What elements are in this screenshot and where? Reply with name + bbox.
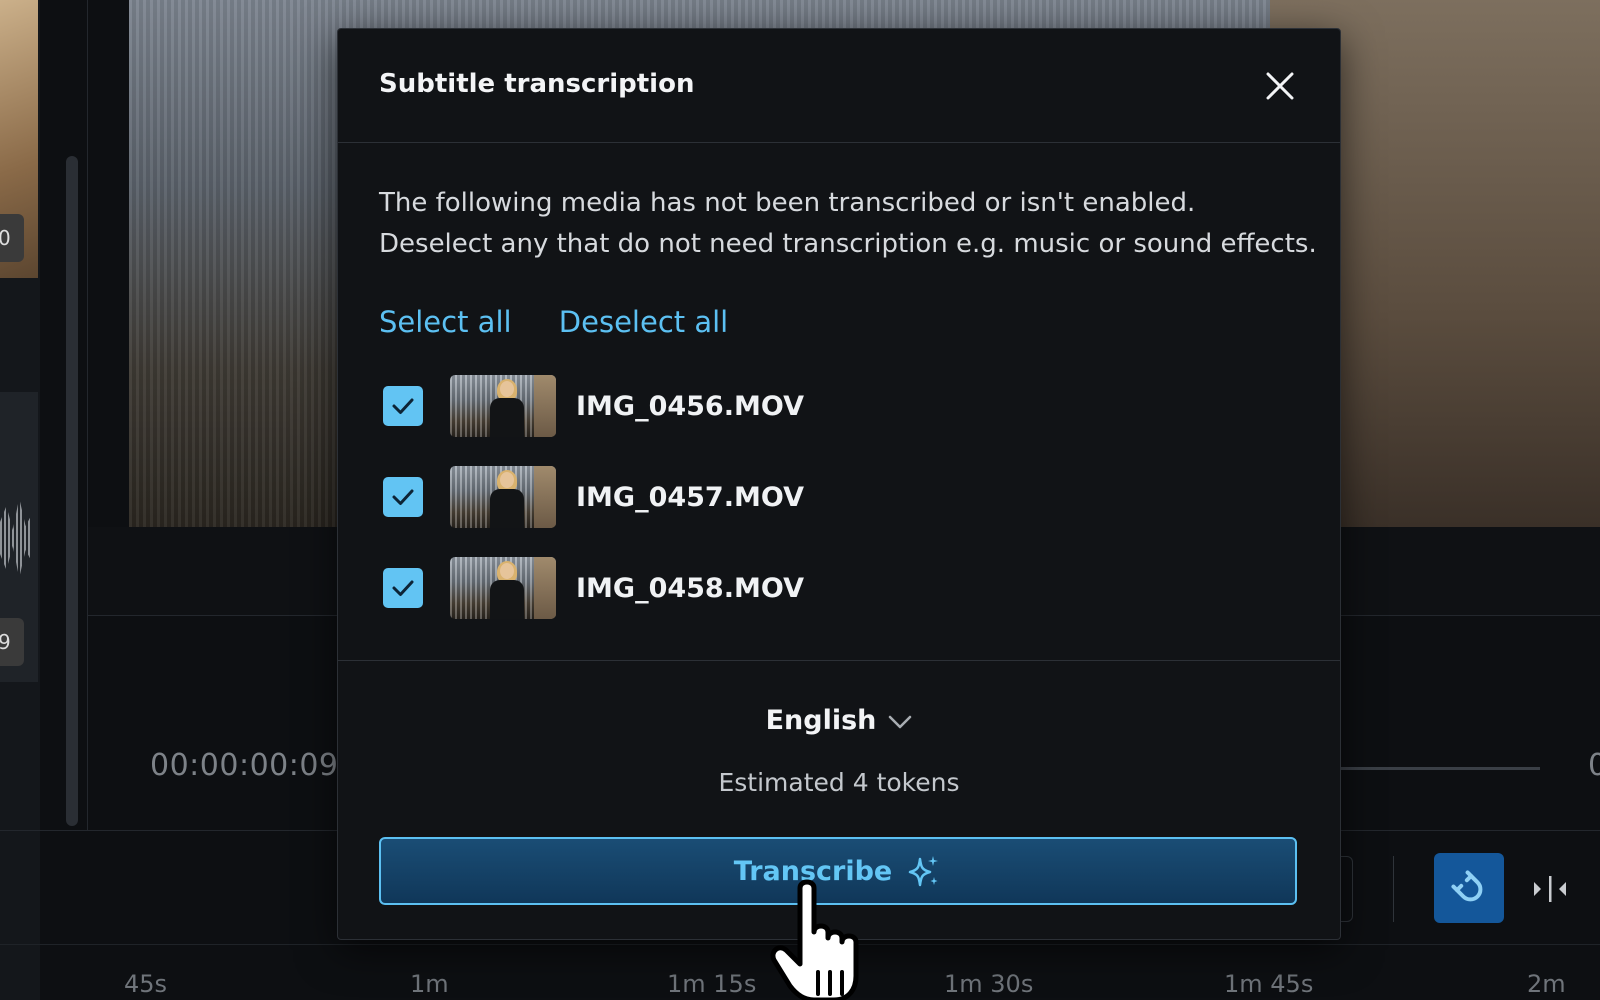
audio-clip-badge: 9 xyxy=(0,618,24,666)
scrub-track[interactable] xyxy=(1330,767,1540,770)
dialog-description: The following media has not been transcr… xyxy=(379,183,1329,265)
media-checkbox[interactable] xyxy=(383,386,423,426)
select-all-link[interactable]: Select all xyxy=(379,305,512,339)
media-item[interactable]: IMG_0456.MOV xyxy=(383,374,804,438)
ruler-tick: 1m xyxy=(410,970,449,998)
preview-person xyxy=(1419,40,1600,527)
ruler-tick: 1m 15s xyxy=(667,970,757,998)
media-checkbox[interactable] xyxy=(383,568,423,608)
media-item[interactable]: IMG_0457.MOV xyxy=(383,465,804,529)
ruler-tick: 2m xyxy=(1527,970,1566,998)
chevron-down-icon xyxy=(889,715,912,728)
split-icon[interactable] xyxy=(1532,874,1568,904)
deselect-all-link[interactable]: Deselect all xyxy=(559,305,728,339)
media-checkbox[interactable] xyxy=(383,477,423,517)
ruler-tick: 1m 45s xyxy=(1224,970,1314,998)
duration-partial: 0 xyxy=(1588,748,1600,783)
check-icon xyxy=(392,398,414,414)
sparkle-icon xyxy=(909,856,939,887)
panel-divider xyxy=(87,0,88,830)
description-line: The following media has not been transcr… xyxy=(379,188,1196,218)
language-value: English xyxy=(765,705,877,736)
vertical-scrollbar[interactable] xyxy=(66,156,78,826)
media-thumbnail xyxy=(450,466,556,528)
media-thumbnail xyxy=(450,557,556,619)
media-bin-badge: 0 xyxy=(0,214,24,262)
description-line: Deselect any that do not need transcript… xyxy=(379,229,1317,259)
close-icon[interactable] xyxy=(1263,69,1297,103)
language-select[interactable]: English xyxy=(338,705,1340,736)
divider xyxy=(338,660,1340,661)
media-filename: IMG_0457.MOV xyxy=(576,481,804,513)
dialog-header: Subtitle transcription xyxy=(338,29,1340,143)
toolbar-separator xyxy=(1393,856,1394,922)
check-icon xyxy=(392,489,414,505)
ruler-tick: 45s xyxy=(124,970,168,998)
media-filename: IMG_0458.MOV xyxy=(576,572,804,604)
hand-pointer-cursor xyxy=(770,879,859,1000)
snap-magnet-button[interactable] xyxy=(1434,853,1504,923)
media-filename: IMG_0456.MOV xyxy=(576,390,804,422)
selection-links: Select all Deselect all xyxy=(379,305,728,339)
check-icon xyxy=(392,580,414,596)
timecode-display: 00:00:00:09 xyxy=(150,748,339,783)
ruler-tick: 1m 30s xyxy=(944,970,1034,998)
media-thumbnail xyxy=(450,375,556,437)
dialog-title: Subtitle transcription xyxy=(379,69,695,99)
magnet-icon xyxy=(1451,870,1483,902)
token-estimate: Estimated 4 tokens xyxy=(718,768,960,797)
media-item[interactable]: IMG_0458.MOV xyxy=(383,556,804,620)
subtitle-transcription-dialog: Subtitle transcription The following med… xyxy=(337,28,1341,940)
